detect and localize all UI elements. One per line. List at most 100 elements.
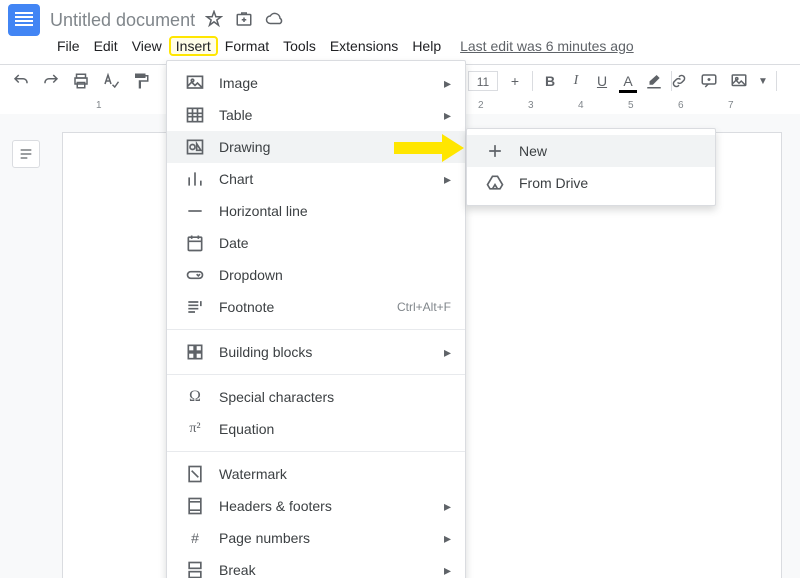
add-comment-icon[interactable] <box>698 70 720 92</box>
move-icon[interactable] <box>235 10 253 31</box>
menu-item-label: Building blocks <box>219 344 444 360</box>
menu-shortcut: Ctrl+Alt+F <box>397 300 451 314</box>
annotation-arrow <box>394 134 464 162</box>
watermark-icon <box>185 464 205 484</box>
ruler-mark: 5 <box>628 100 634 111</box>
menu-extensions[interactable]: Extensions <box>323 36 405 56</box>
separator <box>776 71 777 91</box>
submenu-item-label: From Drive <box>519 175 701 191</box>
chevron-right-icon: ▸ <box>444 344 451 361</box>
menu-item-special-characters[interactable]: Ω Special characters <box>167 381 465 413</box>
menu-item-label: Image <box>219 75 444 91</box>
chevron-right-icon: ▸ <box>444 530 451 547</box>
print-icon[interactable] <box>70 70 92 92</box>
font-size-input[interactable]: 11 <box>468 71 498 91</box>
menu-item-horizontal-line[interactable]: Horizontal line <box>167 195 465 227</box>
star-icon[interactable] <box>205 10 223 31</box>
menu-separator <box>167 451 465 452</box>
dropdown-icon <box>185 265 205 285</box>
font-size-increase[interactable]: + <box>506 72 524 90</box>
dropdown-caret-icon[interactable]: ▼ <box>758 76 768 87</box>
menu-item-label: Special characters <box>219 389 451 405</box>
headers-footers-icon <box>185 496 205 516</box>
menu-insert[interactable]: Insert <box>169 36 218 56</box>
chevron-right-icon: ▸ <box>444 107 451 124</box>
menu-separator <box>167 329 465 330</box>
menu-item-label: Watermark <box>219 466 451 482</box>
building-blocks-icon <box>185 342 205 362</box>
menu-item-page-numbers[interactable]: # Page numbers ▸ <box>167 522 465 554</box>
menu-item-label: Break <box>219 562 444 578</box>
table-icon <box>185 105 205 125</box>
menu-tools[interactable]: Tools <box>276 36 323 56</box>
break-icon <box>185 560 205 578</box>
menu-file[interactable]: File <box>50 36 87 56</box>
ruler-mark: 3 <box>528 100 534 111</box>
menu-item-equation[interactable]: π² Equation <box>167 413 465 445</box>
cloud-status-icon[interactable] <box>265 10 283 31</box>
ruler-mark: 6 <box>678 100 684 111</box>
menu-separator <box>167 374 465 375</box>
menu-item-dropdown[interactable]: Dropdown <box>167 259 465 291</box>
undo-icon[interactable] <box>10 70 32 92</box>
drive-icon <box>485 173 505 193</box>
title-bar: Untitled document <box>0 0 800 34</box>
underline-button[interactable]: U <box>593 72 611 90</box>
docs-logo[interactable] <box>8 4 40 36</box>
submenu-item-label: New <box>519 143 701 159</box>
redo-icon[interactable] <box>40 70 62 92</box>
date-icon <box>185 233 205 253</box>
menu-help[interactable]: Help <box>405 36 448 56</box>
page-numbers-icon: # <box>185 528 205 548</box>
chevron-right-icon: ▸ <box>444 171 451 188</box>
image-icon <box>185 73 205 93</box>
menu-item-headers-footers[interactable]: Headers & footers ▸ <box>167 490 465 522</box>
bold-button[interactable]: B <box>541 72 559 90</box>
menu-item-watermark[interactable]: Watermark <box>167 458 465 490</box>
menu-item-label: Horizontal line <box>219 203 451 219</box>
menu-item-label: Footnote <box>219 299 397 315</box>
title-icons <box>205 10 283 31</box>
menu-item-building-blocks[interactable]: Building blocks ▸ <box>167 336 465 368</box>
outline-toggle-button[interactable] <box>12 140 40 168</box>
menu-item-image[interactable]: Image ▸ <box>167 67 465 99</box>
omega-icon: Ω <box>185 387 205 407</box>
menu-bar: File Edit View Insert Format Tools Exten… <box>0 34 800 58</box>
plus-icon <box>485 141 505 161</box>
separator <box>532 71 533 91</box>
menu-item-chart[interactable]: Chart ▸ <box>167 163 465 195</box>
menu-view[interactable]: View <box>125 36 169 56</box>
chevron-right-icon: ▸ <box>444 75 451 92</box>
insert-image-button[interactable] <box>728 70 750 92</box>
menu-edit[interactable]: Edit <box>87 36 125 56</box>
menu-item-label: Equation <box>219 421 451 437</box>
submenu-item-from-drive[interactable]: From Drive <box>467 167 715 199</box>
menu-item-footnote[interactable]: Footnote Ctrl+Alt+F <box>167 291 465 323</box>
italic-button[interactable]: I <box>567 72 585 90</box>
menu-item-break[interactable]: Break ▸ <box>167 554 465 578</box>
highlight-color-icon[interactable] <box>645 72 663 90</box>
spellcheck-icon[interactable] <box>100 70 122 92</box>
submenu-item-new[interactable]: New <box>467 135 715 167</box>
drawing-submenu: New From Drive <box>466 128 716 206</box>
menu-item-label: Date <box>219 235 451 251</box>
menu-item-table[interactable]: Table ▸ <box>167 99 465 131</box>
paint-format-icon[interactable] <box>130 70 152 92</box>
ruler-mark: 7 <box>728 100 734 111</box>
menu-item-label: Page numbers <box>219 530 444 546</box>
menu-item-label: Chart <box>219 171 444 187</box>
last-edit-link[interactable]: Last edit was 6 minutes ago <box>460 38 634 54</box>
chevron-right-icon: ▸ <box>444 498 451 515</box>
document-title[interactable]: Untitled document <box>50 9 195 31</box>
menu-item-date[interactable]: Date <box>167 227 465 259</box>
text-color-button[interactable]: A <box>619 72 637 90</box>
drawing-icon <box>185 137 205 157</box>
menu-item-label: Dropdown <box>219 267 451 283</box>
insert-link-icon[interactable] <box>668 70 690 92</box>
ruler-mark: 1 <box>96 100 102 111</box>
chevron-right-icon: ▸ <box>444 562 451 578</box>
menu-item-label: Table <box>219 107 444 123</box>
toolbar-right: 11 + B I U A <box>468 71 672 91</box>
menu-format[interactable]: Format <box>218 36 276 56</box>
ruler-mark: 4 <box>578 100 584 111</box>
